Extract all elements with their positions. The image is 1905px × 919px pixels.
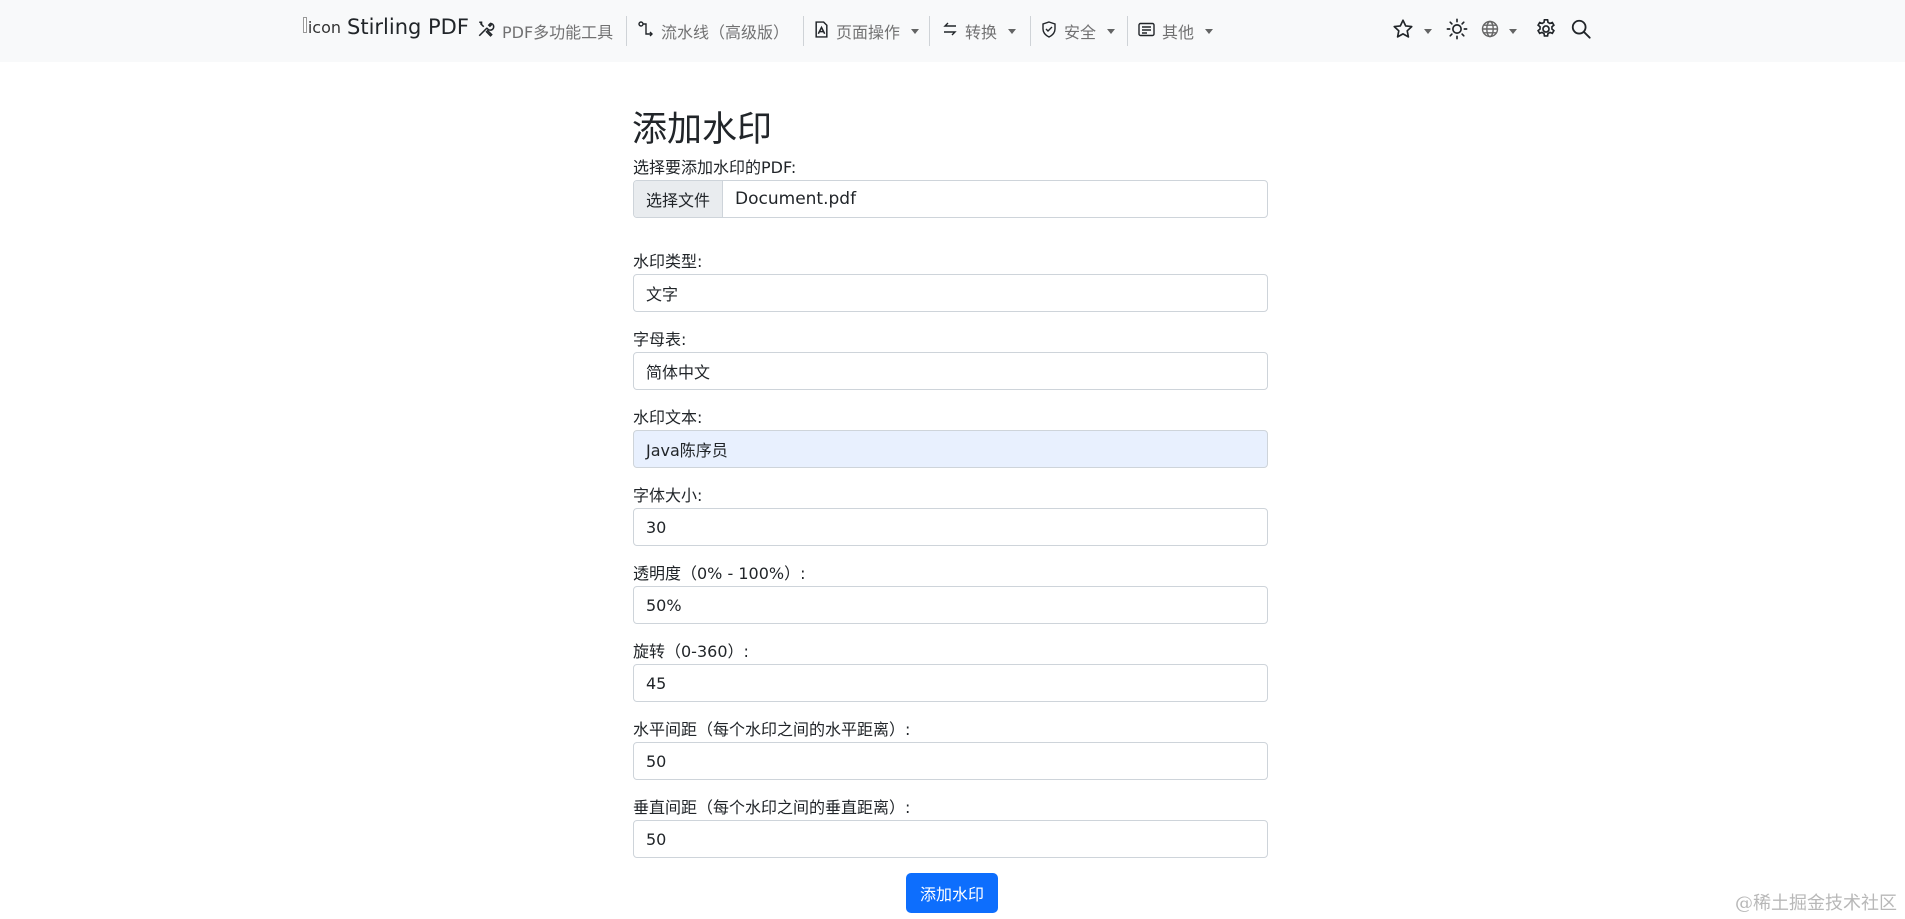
watermark-type-select[interactable]: 文字 [633,274,1268,312]
height-spacer-label: 垂直间距（每个水印之间的垂直距离）: [633,798,911,817]
opacity-input[interactable]: 50% [633,586,1268,624]
nav-other[interactable]: 其他 [1138,14,1214,48]
language-dropdown[interactable] [1481,17,1517,45]
width-spacer-label: 水平间距（每个水印之间的水平距离）: [633,720,911,739]
file-input[interactable]: 选择文件 Document.pdf [633,180,1268,218]
nav-page-ops-label: 页面操作 [836,23,901,42]
gear-icon [1535,18,1557,44]
convert-arrows-icon [942,21,958,41]
search-icon [1570,18,1592,44]
nav-multi-tool-label: PDF多功能工具 [502,23,614,42]
font-size-label: 字体大小: [633,486,703,505]
chevron-down-icon [1008,28,1017,34]
sun-icon [1446,18,1468,44]
settings-button[interactable] [1535,17,1557,45]
alphabet-select[interactable]: 简体中文 [633,352,1268,390]
search-button[interactable] [1570,17,1592,45]
nav-divider [1127,16,1128,46]
width-spacer-input[interactable]: 50 [633,742,1268,780]
nav-other-label: 其他 [1162,23,1195,42]
watermark-text-label: 水印文本: [633,408,703,427]
height-spacer-input[interactable]: 50 [633,820,1268,858]
chevron-down-icon [1509,28,1517,34]
nav-divider [1030,16,1031,46]
file-pdf-icon [814,20,829,42]
favorites-dropdown[interactable] [1392,17,1432,45]
brand-link[interactable]: icon Stirling PDF [303,12,469,42]
opacity-label: 透明度（0% - 100%）: [633,564,806,583]
nav-convert[interactable]: 转换 [942,14,1017,48]
theme-toggle-button[interactable] [1446,17,1468,45]
watermark-type-label: 水印类型: [633,252,703,271]
shield-icon [1041,20,1057,42]
brand-title: Stirling PDF [347,15,469,39]
file-input-label: 选择要添加水印的PDF: [633,158,797,177]
tools-icon [477,20,495,42]
brand-logo-broken-image: icon [303,12,341,42]
rotation-input[interactable]: 45 [633,664,1268,702]
chevron-down-icon [1424,28,1432,34]
chevron-down-icon [1205,28,1214,34]
nav-security[interactable]: 安全 [1041,14,1116,48]
chevron-down-icon [911,28,920,34]
page-title: 添加水印 [632,110,773,150]
globe-icon [1481,20,1499,42]
pipeline-icon [638,21,654,41]
nav-multi-tool[interactable]: PDF多功能工具 [477,14,613,48]
chevron-down-icon [1107,28,1116,34]
alphabet-label: 字母表: [633,330,687,349]
selected-file-name: Document.pdf [735,189,857,209]
site-watermark-text: @稀土掘金技术社区 [1735,893,1897,914]
nav-convert-label: 转换 [965,23,998,42]
font-size-input[interactable]: 30 [633,508,1268,546]
rotation-label: 旋转（0-360）: [633,642,749,661]
card-text-icon [1138,22,1155,41]
nav-pipeline[interactable]: 流水线（高级版） [638,14,789,48]
watermark-text-input[interactable]: Java陈序员 [633,430,1268,468]
nav-pipeline-label: 流水线（高级版） [661,23,790,42]
nav-page-ops[interactable]: 页面操作 [814,14,920,48]
nav-divider [929,16,930,46]
star-icon [1392,18,1414,44]
nav-divider [626,16,627,46]
nav-divider [803,16,804,46]
nav-security-label: 安全 [1064,23,1097,42]
add-watermark-submit-button[interactable]: 添加水印 [906,873,998,913]
choose-file-button[interactable]: 选择文件 [634,181,724,217]
top-navbar: icon Stirling PDF PDF多功能工具 流水线（高级版） 页面操作… [0,0,1905,62]
